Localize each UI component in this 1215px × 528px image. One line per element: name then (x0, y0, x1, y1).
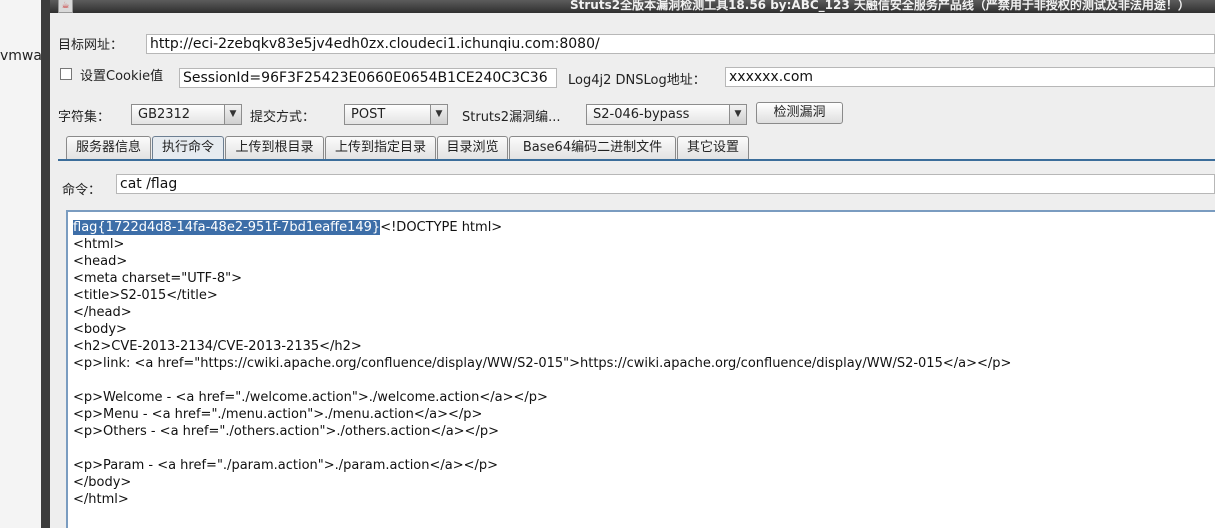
triangle-down-icon[interactable]: ▼ (729, 105, 746, 124)
vuln-select[interactable]: S2-046-bypass ▼ (586, 104, 747, 125)
dnslog-input[interactable] (725, 67, 1215, 87)
vuln-label: Struts2漏洞编... (462, 110, 561, 125)
output-textarea[interactable]: flag{1722d4d8-14fa-48e2-951f-7bd1eaffe14… (66, 210, 1215, 528)
triangle-down-icon[interactable]: ▼ (224, 105, 241, 124)
output-line: <html> (73, 237, 125, 252)
title-bar[interactable]: ☕ Struts2全版本漏洞检测工具18.56 by:ABC_123 天融信安全… (50, 0, 1215, 13)
charset-select[interactable]: GB2312 ▼ (131, 104, 242, 125)
detect-button[interactable]: 检测漏洞 (756, 102, 843, 124)
output-line: <p>Welcome - <a href="./welcome.action">… (73, 390, 548, 405)
background-text: vmwa (0, 48, 42, 64)
triangle-down-icon[interactable]: ▼ (430, 105, 447, 124)
output-line: <p>link: <a href="https://cwiki.apache.o… (73, 356, 1012, 371)
method-select[interactable]: POST ▼ (344, 104, 448, 125)
cookie-input[interactable] (179, 68, 557, 88)
background-desktop: vmwa (0, 0, 42, 528)
method-value: POST (351, 107, 386, 122)
output-line: <meta charset="UTF-8"> (73, 271, 242, 286)
output-line: <p>Others - <a href="./others.action">./… (73, 424, 499, 439)
tab-other-settings[interactable]: 其它设置 (677, 136, 749, 159)
java-cup-icon[interactable]: ☕ (58, 0, 73, 13)
output-line: </head> (73, 305, 132, 320)
flag-selection[interactable]: flag{1722d4d8-14fa-48e2-951f-7bd1eaffe14… (73, 220, 381, 235)
output-line: <title>S2-015</title> (73, 288, 218, 303)
tab-server-info[interactable]: 服务器信息 (66, 136, 151, 159)
output-line: </html> (73, 492, 129, 507)
command-input[interactable] (116, 174, 1215, 194)
output-line: </body> (73, 475, 132, 490)
output-line: <body> (73, 322, 127, 337)
url-input[interactable] (146, 34, 1215, 54)
output-line: <!DOCTYPE html> (380, 220, 503, 235)
tab-upload-root[interactable]: 上传到根目录 (225, 136, 324, 159)
output-line: <p>Menu - <a href="./menu.action">./menu… (73, 407, 483, 422)
cookie-label: 设置Cookie值 (80, 69, 164, 84)
tab-base64[interactable]: Base64编码二进制文件 (509, 136, 676, 159)
output-line: <p>Param - <a href="./param.action">./pa… (73, 458, 499, 473)
app-window: ☕ Struts2全版本漏洞检测工具18.56 by:ABC_123 天融信安全… (50, 0, 1215, 528)
tab-upload-dir[interactable]: 上传到指定目录 (325, 136, 436, 159)
output-first-line: flag{1722d4d8-14fa-48e2-951f-7bd1eaffe14… (73, 219, 1215, 236)
window-left-border (41, 0, 50, 528)
cookie-checkbox[interactable] (60, 68, 72, 80)
dnslog-label: Log4j2 DNSLog地址： (568, 73, 706, 88)
window-title: Struts2全版本漏洞检测工具18.56 by:ABC_123 天融信安全服务… (570, 0, 1190, 12)
charset-label: 字符集： (58, 110, 111, 125)
output-line: <h2>CVE-2013-2134/CVE-2013-2135</h2> (73, 339, 362, 354)
tab-dir-browse[interactable]: 目录浏览 (437, 136, 508, 159)
method-label: 提交方式： (250, 110, 316, 125)
command-label: 命令： (62, 183, 102, 198)
url-label: 目标网址： (58, 38, 124, 53)
charset-value: GB2312 (138, 107, 191, 122)
output-line: <head> (73, 254, 128, 269)
tab-exec-command[interactable]: 执行命令 (152, 136, 224, 159)
vuln-value: S2-046-bypass (593, 107, 690, 122)
